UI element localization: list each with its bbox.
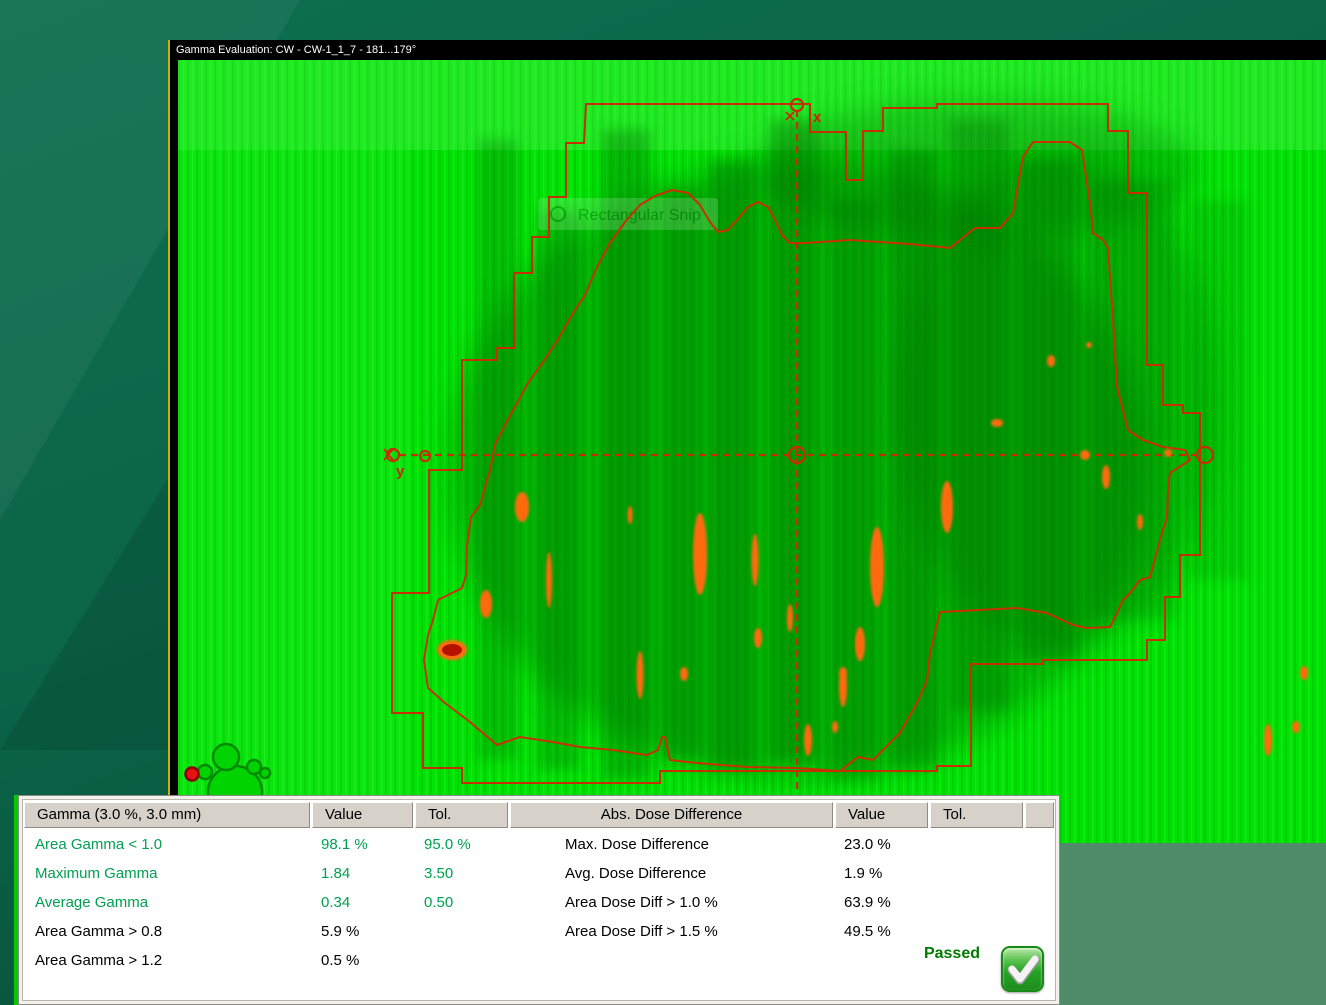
table-cell: 0.50 — [424, 888, 509, 917]
max-gamma-blob — [437, 640, 467, 660]
table-cell: 95.0 % — [424, 830, 509, 859]
table-cell: Avg. Dose Difference — [565, 859, 890, 888]
table-cell: 1.9 % — [844, 859, 929, 888]
table-cell: 0.34 — [321, 888, 414, 917]
table-row: Average Gamma 0.34 0.50 Area Dose Diff > 1.… — [23, 888, 1055, 917]
svg-text:Rectangular Snip: Rectangular Snip — [578, 207, 701, 224]
table-cell: 98.1 % — [321, 830, 414, 859]
table-row: Maximum Gamma 1.84 3.50 Avg. Dose Differenc… — [23, 859, 1055, 888]
table-cell: 3.50 — [424, 859, 509, 888]
table-cell: Area Dose Diff > 1.5 % — [565, 917, 890, 946]
table-cell: 5.9 % — [321, 917, 414, 946]
table-cell: 63.9 % — [844, 888, 929, 917]
results-table-window: Gamma (3.0 %, 3.0 mm)ValueTol.Abs. Dose … — [18, 795, 1060, 1005]
status-badge: Passed — [830, 945, 980, 963]
results-table: Gamma (3.0 %, 3.0 mm)ValueTol.Abs. Dose … — [22, 799, 1056, 1001]
table-cell: 49.5 % — [844, 917, 929, 946]
table-row: Area Gamma < 1.0 98.1 % 95.0 % Max. Dose Di… — [23, 830, 1055, 859]
column-header[interactable] — [1025, 802, 1054, 828]
axis-y-label: y — [396, 463, 405, 480]
column-header[interactable]: Tol. — [415, 802, 508, 828]
passed-check-button[interactable] — [1001, 946, 1044, 992]
table-row: Area Gamma > 0.8 5.9 % Area Dose Diff > 1.… — [23, 917, 1055, 946]
column-header[interactable]: Abs. Dose Difference — [510, 802, 833, 828]
axis-x-label: x — [813, 109, 822, 126]
snip-ghost-overlay: Rectangular Snip — [538, 198, 718, 230]
table-cell: Maximum Gamma — [35, 859, 311, 888]
table-cell: Area Gamma > 0.8 — [35, 917, 311, 946]
table-cell: Average Gamma — [35, 888, 311, 917]
table-cell: 23.0 % — [844, 830, 929, 859]
column-header[interactable]: Tol. — [930, 802, 1023, 828]
window-titlebar[interactable]: Gamma Evaluation: CW - CW-1_1_7 - 181...… — [170, 40, 1326, 60]
table-cell: Area Gamma < 1.0 — [35, 830, 311, 859]
column-header[interactable]: Value — [835, 802, 928, 828]
window-title: Gamma Evaluation: CW - CW-1_1_7 - 181...… — [176, 44, 416, 56]
table-cell: Area Gamma > 1.2 — [35, 946, 311, 975]
table-cell: Max. Dose Difference — [565, 830, 890, 859]
background-panel — [1060, 843, 1326, 1005]
check-icon — [1006, 952, 1040, 988]
table-cell: Area Dose Diff > 1.0 % — [565, 888, 890, 917]
column-header[interactable]: Gamma (3.0 %, 3.0 mm) — [24, 802, 310, 828]
column-header[interactable]: Value — [312, 802, 413, 828]
table-cell: 0.5 % — [321, 946, 414, 975]
table-cell: 1.84 — [321, 859, 414, 888]
gamma-dose-map[interactable]: Rectangular Snip x y — [178, 60, 1326, 843]
